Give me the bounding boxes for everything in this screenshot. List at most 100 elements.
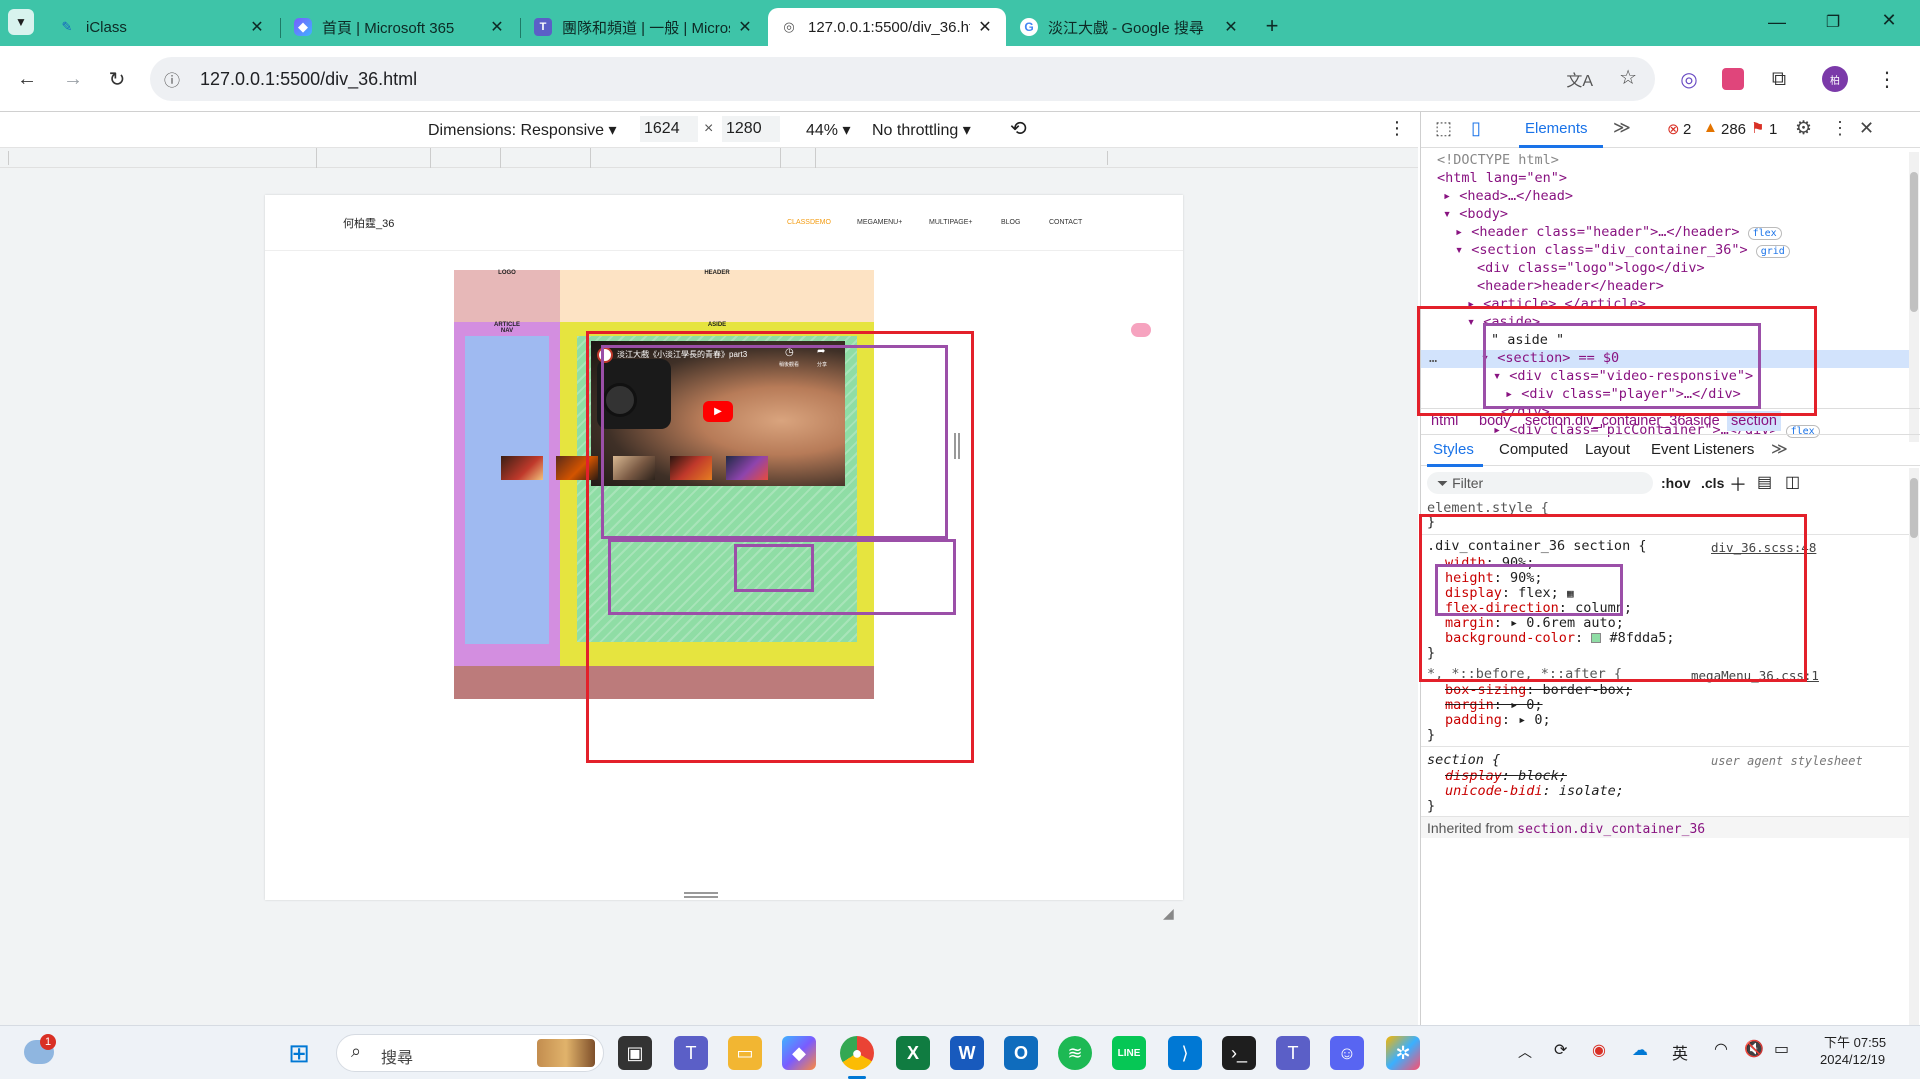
ime-indicator[interactable]: 英 <box>1672 1040 1688 1064</box>
excel-icon[interactable]: X <box>896 1036 930 1070</box>
devtools-settings-icon[interactable]: ⚙ <box>1795 117 1812 140</box>
viewport-width-input[interactable]: 1624 <box>640 116 698 142</box>
viewport-corner-resize[interactable]: ◢ <box>1163 905 1174 922</box>
file-explorer-icon[interactable]: ▭ <box>728 1036 762 1070</box>
address-bar[interactable]: ⓘ 127.0.0.1:5500/div_36.html 文A ☆ <box>150 57 1655 101</box>
outlook-icon[interactable]: O <box>1004 1036 1038 1070</box>
viewport-bottom-handle[interactable] <box>684 892 718 898</box>
pinwheel-icon[interactable]: ✲ <box>1386 1036 1420 1070</box>
css-prop-display[interactable]: display: block; <box>1445 768 1567 784</box>
flex-badge[interactable]: flex <box>1747 227 1782 240</box>
issue-icon[interactable]: ⚑ <box>1751 119 1764 137</box>
tray-status-icon[interactable]: ◉ <box>1592 1040 1606 1060</box>
floating-chat-badge[interactable] <box>1131 323 1151 337</box>
close-icon[interactable]: ✕ <box>736 17 754 37</box>
tab-microsoft365[interactable]: ◆ 首頁 | Microsoft 365 ✕ <box>282 8 518 46</box>
dom-node[interactable]: <html lang="en"> <box>1437 170 1567 186</box>
dom-node[interactable]: ▸ <head>…</head> <box>1443 188 1573 204</box>
line-icon[interactable]: LINE <box>1112 1036 1146 1070</box>
dom-node[interactable]: ▾ <section class="div_container_36"> gri… <box>1455 242 1790 258</box>
spotify-icon[interactable]: ≋ <box>1058 1036 1092 1070</box>
device-toolbar-menu-icon[interactable]: ⋮ <box>1388 118 1406 139</box>
bookmark-star-icon[interactable]: ☆ <box>1619 65 1637 90</box>
vscode-icon[interactable]: ⟩ <box>1168 1036 1202 1070</box>
extension-lens-icon[interactable]: ◎ <box>1672 62 1706 96</box>
thumbnail-1[interactable] <box>501 456 543 480</box>
chrome-icon[interactable]: ● <box>840 1036 874 1070</box>
close-icon[interactable]: ✕ <box>488 17 506 37</box>
inherited-from-link[interactable]: section.div_container_36 <box>1517 822 1705 837</box>
close-icon[interactable]: ✕ <box>976 17 994 37</box>
subtab-styles[interactable]: Styles <box>1433 441 1474 458</box>
tab-teams[interactable]: T 團隊和頻道 | 一般 | Microsoft T ✕ <box>522 8 766 46</box>
styles-scrollbar[interactable] <box>1909 468 1919 1028</box>
sidebar-toggle-icon[interactable]: ◫ <box>1785 472 1800 492</box>
filter-input[interactable]: ⏷ Filter <box>1427 472 1653 494</box>
restore-button[interactable]: ❐ <box>1818 12 1848 34</box>
terminal-icon[interactable]: ›_ <box>1222 1036 1256 1070</box>
extension-pink-icon[interactable] <box>1716 62 1750 96</box>
tab-google-search[interactable]: G 淡江大戲 - Google 搜尋 ✕ <box>1008 8 1252 46</box>
taskbar-search-box[interactable]: ⌕ 搜尋 <box>336 1034 604 1072</box>
tray-overflow-icon[interactable]: ︿ <box>1518 1042 1532 1062</box>
color-format-icon[interactable]: ▤ <box>1757 472 1772 492</box>
css-prop-box-sizing[interactable]: box-sizing: border-box; <box>1445 682 1632 698</box>
tab-elements[interactable]: Elements <box>1525 120 1588 137</box>
dom-node[interactable]: ▸ <header class="header">…</header> flex <box>1455 224 1782 240</box>
subtab-layout[interactable]: Layout <box>1585 441 1630 458</box>
cls-toggle[interactable]: .cls <box>1701 475 1724 491</box>
wifi-icon[interactable]: ◠ <box>1714 1039 1728 1059</box>
zoom-dropdown[interactable]: 44% ▾ <box>806 120 851 140</box>
new-tab-button[interactable]: + <box>1258 12 1286 40</box>
site-info-icon[interactable]: ⓘ <box>164 67 200 91</box>
rule-selector[interactable]: section { <box>1427 752 1500 768</box>
device-toggle-icon[interactable]: ▯ <box>1471 118 1481 139</box>
dom-node[interactable]: ▾ <body> <box>1443 206 1508 222</box>
site-brand[interactable]: 何柏霆_36 <box>343 215 394 231</box>
css-prop-margin[interactable]: margin: ▸ 0; <box>1445 697 1543 713</box>
more-subtabs-icon[interactable]: ≫ <box>1771 439 1788 459</box>
dom-scrollbar[interactable] <box>1909 152 1919 442</box>
hov-toggle[interactable]: :hov <box>1661 475 1691 491</box>
add-rule-icon[interactable]: ＋ <box>1729 471 1747 497</box>
nav-link-blog[interactable]: BLOG <box>1001 219 1020 226</box>
tab-search-button[interactable]: ▼ <box>8 9 34 35</box>
subtab-computed[interactable]: Computed <box>1499 441 1568 458</box>
rotate-icon[interactable]: ⟲ <box>1010 116 1027 141</box>
browser-menu-icon[interactable]: ⋮ <box>1870 62 1904 96</box>
warning-icon[interactable]: ▲ <box>1703 119 1718 136</box>
css-prop-padding[interactable]: padding: ▸ 0; <box>1445 712 1551 728</box>
nav-link-contact[interactable]: CONTACT <box>1049 219 1082 226</box>
start-button[interactable]: ⊞ <box>282 1036 316 1070</box>
profile-avatar[interactable]: 柏 <box>1818 62 1852 96</box>
inspect-element-icon[interactable]: ⬚ <box>1435 118 1452 139</box>
clock-date[interactable]: 2024/12/19 <box>1820 1052 1885 1067</box>
forward-icon[interactable]: → <box>56 62 90 96</box>
task-view-icon[interactable]: ▣ <box>618 1036 652 1070</box>
dom-node[interactable]: <header>header</header> <box>1477 278 1664 294</box>
dimensions-dropdown[interactable]: Dimensions: Responsive ▾ <box>428 120 617 140</box>
grid-badge[interactable]: grid <box>1755 245 1790 258</box>
css-prop-unicode-bidi[interactable]: unicode-bidi: isolate; <box>1445 783 1624 799</box>
subtab-event-listeners[interactable]: Event Listeners <box>1651 441 1754 458</box>
error-icon[interactable]: ⊗ <box>1667 120 1680 138</box>
minimize-button[interactable]: — <box>1762 12 1792 34</box>
battery-icon[interactable]: ▭ <box>1774 1039 1789 1059</box>
volume-muted-icon[interactable]: 🔇 <box>1744 1039 1764 1059</box>
close-icon[interactable]: ✕ <box>248 17 266 37</box>
nav-link-multipage[interactable]: MULTIPAGE+ <box>929 219 973 226</box>
dom-node[interactable]: <div class="logo">logo</div> <box>1477 260 1705 276</box>
throttling-dropdown[interactable]: No throttling ▾ <box>872 120 971 140</box>
teams-chat-icon[interactable]: T <box>674 1036 708 1070</box>
nav-link-classdemo[interactable]: CLASSDEMO <box>787 219 831 226</box>
word-icon[interactable]: W <box>950 1036 984 1070</box>
extensions-puzzle-icon[interactable]: ⧉ <box>1762 62 1796 96</box>
clock-time[interactable]: 下午 07:55 <box>1824 1032 1886 1051</box>
devtools-close-icon[interactable]: ✕ <box>1859 118 1874 139</box>
translate-icon[interactable]: 文A <box>1566 67 1593 91</box>
reload-icon[interactable]: ↻ <box>100 62 134 96</box>
devtools-menu-icon[interactable]: ⋮ <box>1831 118 1849 139</box>
more-tabs-icon[interactable]: ≫ <box>1613 118 1631 138</box>
nav-link-megamenu[interactable]: MEGAMENU+ <box>857 219 902 226</box>
tray-sync-icon[interactable]: ⟳ <box>1554 1040 1567 1060</box>
